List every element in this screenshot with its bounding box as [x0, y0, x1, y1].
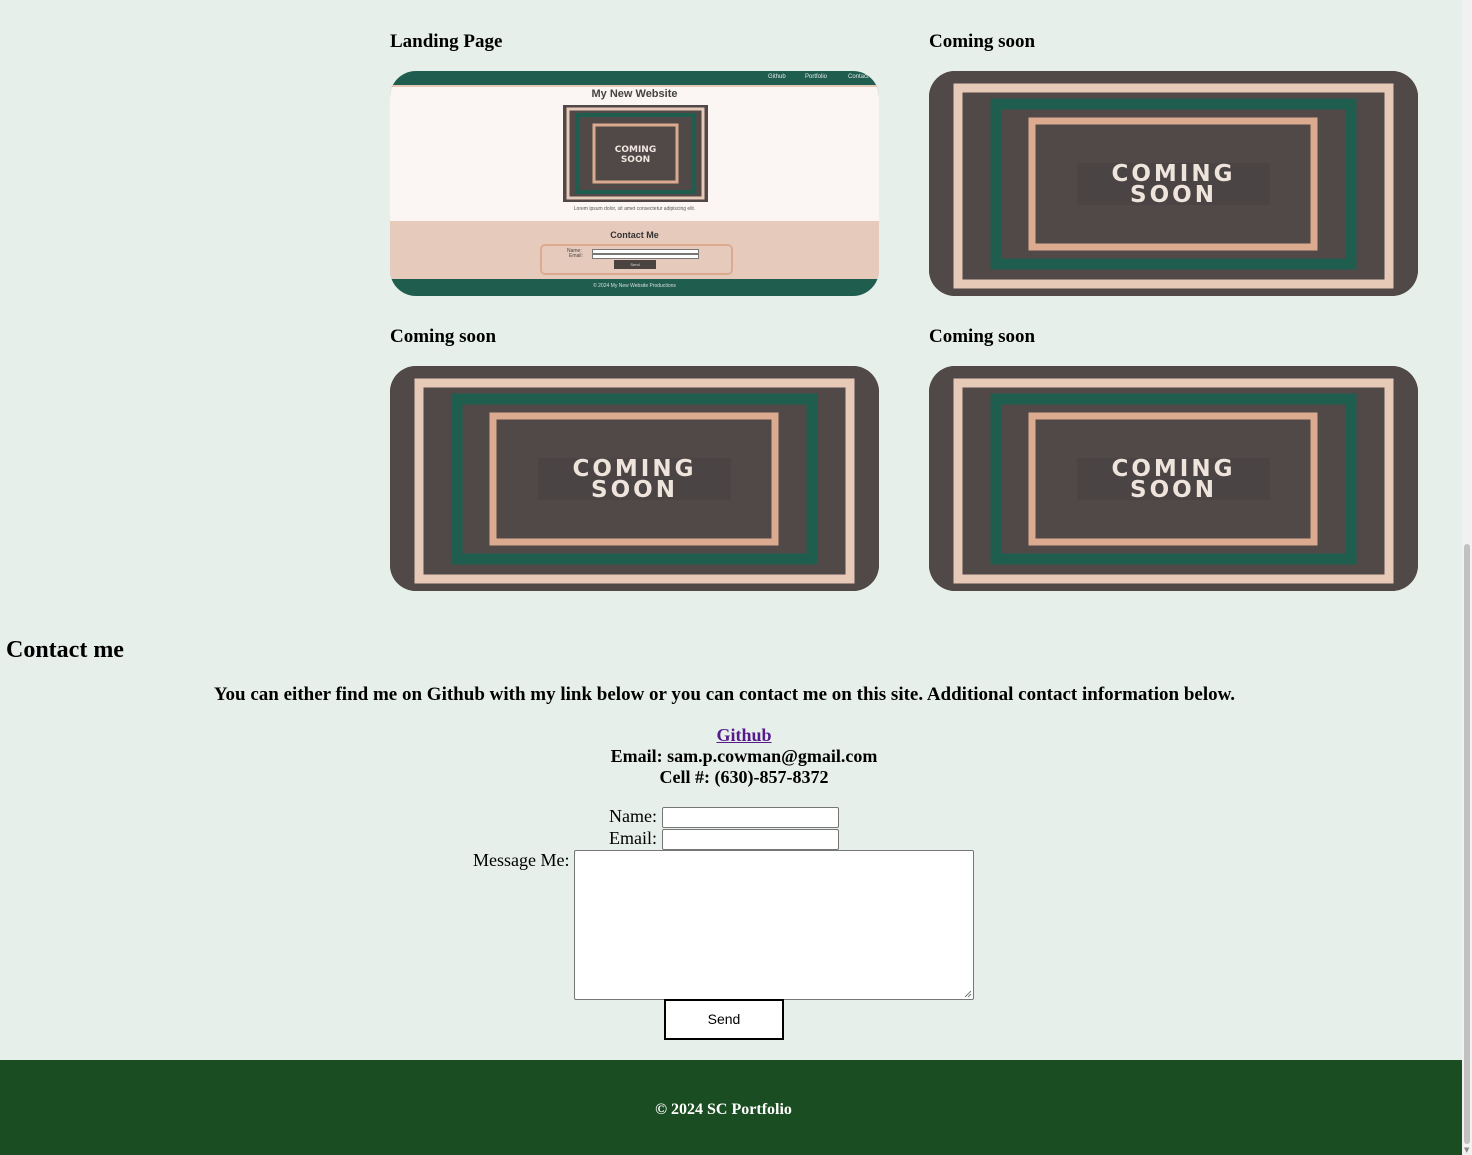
footer: © 2024 SC Portfolio: [0, 1060, 1462, 1155]
preview-coming-soon-image: COMING SOON: [563, 105, 708, 202]
page: Landing Page Github Portfolio Contact My…: [0, 0, 1462, 1155]
preview-soon-text: SOON: [621, 155, 650, 165]
project-thumbnail-landing[interactable]: Github Portfolio Contact My New Website …: [390, 71, 879, 296]
preview-lorem: Lorem ipsum dolor, sit amet consectetur …: [573, 206, 696, 212]
preview-email-label: Email:: [569, 253, 583, 259]
preview-footer-text: © 2024 My New Website Productions: [593, 283, 676, 289]
project-title-4: Coming soon: [929, 326, 1036, 347]
github-link[interactable]: Github: [716, 725, 771, 745]
contact-intro: You can either find me on Github with my…: [213, 684, 1236, 705]
message-label: Message Me:: [473, 850, 570, 870]
project-thumbnail-4[interactable]: COMING SOON: [929, 366, 1418, 591]
scrollbar-thumb[interactable]: [1464, 544, 1470, 1144]
project-title-3: Coming soon: [390, 326, 497, 347]
preview-nav-portfolio: Portfolio: [805, 74, 828, 80]
message-textarea[interactable]: [574, 850, 974, 1000]
email-input[interactable]: [662, 829, 839, 850]
github-line: Github: [0, 725, 1472, 746]
preview-contact-section: Contact Me Name: Email: Send: [390, 221, 879, 279]
contact-heading: Contact me: [6, 637, 124, 663]
cell-line: Cell #: (630)-857-8372: [659, 767, 829, 787]
preview-nav-github: Github: [768, 74, 786, 80]
send-button[interactable]: Send: [664, 999, 784, 1040]
project-title-2: Coming soon: [929, 31, 1036, 52]
project-thumbnail-3[interactable]: COMING SOON: [390, 366, 879, 591]
soon-text: SOON: [591, 477, 678, 503]
preview-footer: © 2024 My New Website Productions: [390, 279, 879, 296]
coming-soon-graphic: COMING SOON: [929, 366, 1418, 591]
coming-soon-graphic: COMING SOON: [390, 366, 879, 591]
name-input[interactable]: [662, 807, 839, 828]
vertical-scrollbar[interactable]: ▼: [1462, 0, 1472, 1155]
preview-nav-contact: Contact: [848, 74, 869, 80]
preview-contact-form: Name: Email: Send: [540, 244, 733, 275]
landing-preview: Github Portfolio Contact My New Website …: [390, 71, 879, 296]
footer-text: © 2024 SC Portfolio: [655, 1101, 792, 1118]
name-label: Name:: [609, 806, 657, 826]
scroll-down-arrow-icon[interactable]: ▼: [1464, 1146, 1469, 1154]
project-title-landing: Landing Page: [390, 31, 503, 52]
project-thumbnail-2[interactable]: COMING SOON: [929, 71, 1418, 296]
preview-navbar: Github Portfolio Contact: [390, 71, 879, 87]
preview-send-button: Send: [614, 260, 656, 269]
preview-coming-text: COMING: [615, 145, 656, 155]
email-label: Email:: [609, 828, 657, 848]
soon-text: SOON: [1130, 182, 1217, 208]
coming-soon-graphic: COMING SOON: [929, 71, 1418, 296]
preview-title: My New Website: [591, 88, 678, 100]
email-line: Email: sam.p.cowman@gmail.com: [610, 746, 878, 766]
preview-contact-title: Contact Me: [610, 230, 659, 240]
soon-text: SOON: [1130, 477, 1217, 503]
preview-email-input: [592, 254, 699, 259]
resize-handle-icon[interactable]: [964, 990, 972, 998]
